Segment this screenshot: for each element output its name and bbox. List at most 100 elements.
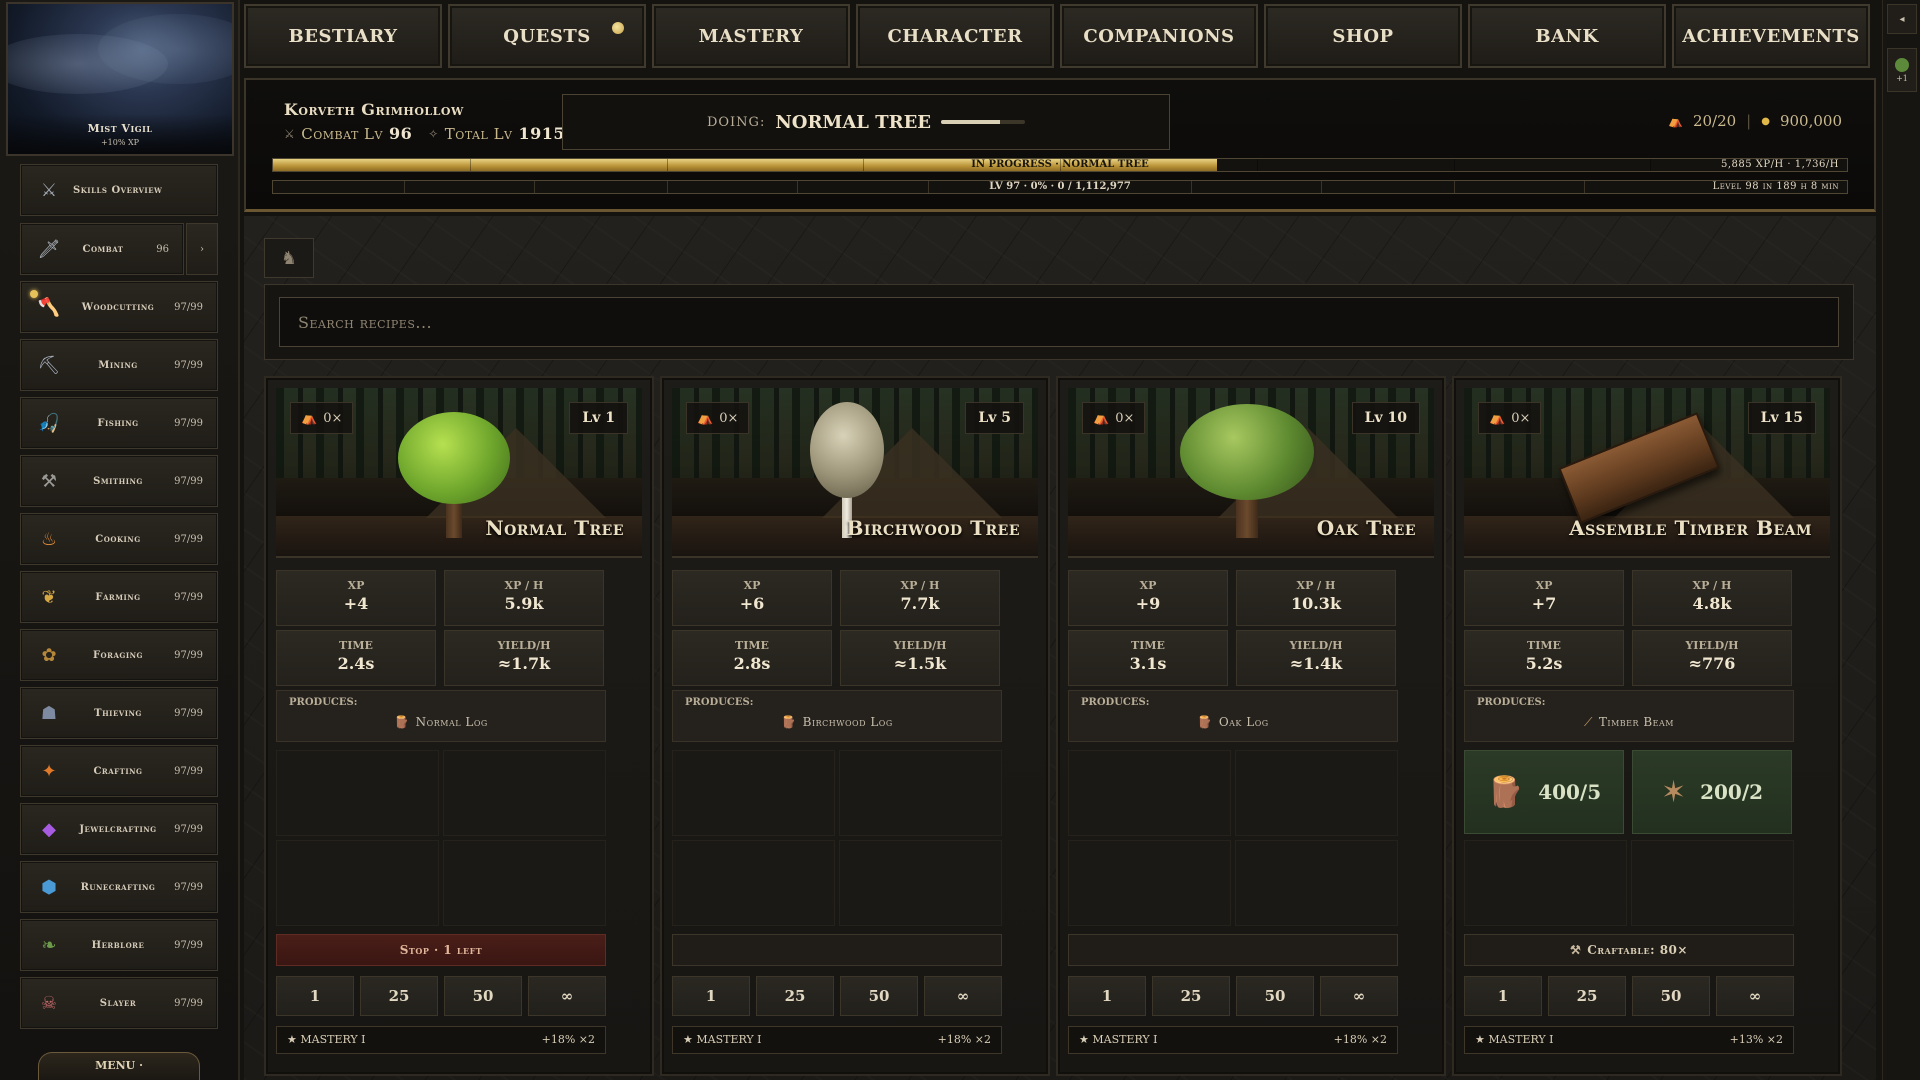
companion-slot[interactable]: +1 — [1887, 48, 1917, 92]
notification-dot — [612, 22, 624, 34]
recipe-card-oak-tree[interactable]: ⛺ 0× Lv 10 Oak Tree XP +9 XP / H 10.3k TIME… — [1056, 376, 1446, 1076]
hammer-icon: ⚒ — [1570, 943, 1582, 957]
sidebar-item-label: Jewelcrafting — [79, 823, 157, 835]
sidebar-item-mining[interactable]: ⛏ Mining 97/99 — [20, 339, 218, 391]
sidebar-item-skills-overview[interactable]: ⚔ Skills Overview — [20, 164, 218, 216]
required-level: Lv 1 — [569, 402, 628, 434]
sidebar-item-woodcutting[interactable]: 🪓 Woodcutting 97/99 — [20, 281, 218, 333]
qty-infinite-button[interactable]: ∞ — [1320, 976, 1398, 1016]
empty-slot — [839, 840, 1002, 926]
sidebar-item-foraging[interactable]: ✿ Foraging 97/99 — [20, 629, 218, 681]
status-panel: Korveth Grimhollow ⚔ Combat Lv 96 ✧ Tota… — [244, 78, 1876, 212]
collapse-button[interactable]: ◂ — [1887, 4, 1917, 34]
tree-crown — [1180, 404, 1314, 500]
sidebar-item-fishing[interactable]: 🎣 Fishing 97/99 — [20, 397, 218, 449]
tab-character[interactable]: CHARACTER — [856, 4, 1054, 68]
search-input[interactable] — [279, 297, 1839, 347]
qty-25-button[interactable]: 25 — [1548, 976, 1626, 1016]
sidebar-item-label: Crafting — [93, 765, 143, 777]
qty-1-button[interactable]: 1 — [1068, 976, 1146, 1016]
current-activity[interactable]: DOING: NORMAL TREE — [562, 94, 1170, 150]
qty-50-button[interactable]: 50 — [1632, 976, 1710, 1016]
sidebar-item-level: 97/99 — [174, 707, 203, 719]
stat-value: ≈1.5k — [893, 654, 947, 673]
qty-1-button[interactable]: 1 — [276, 976, 354, 1016]
stat-xp: XP +4 — [276, 570, 436, 626]
tab-mastery[interactable]: MASTERY — [652, 4, 850, 68]
stat-label: YIELD/H — [1289, 639, 1343, 652]
filter-button[interactable]: ♞ — [264, 238, 314, 278]
tab-achievements[interactable]: ACHIEVEMENTS — [1672, 4, 1870, 68]
backpack-icon: ⛺ — [301, 410, 318, 426]
axe-icon: 🪓 — [37, 296, 61, 318]
qty-50-button[interactable]: 50 — [444, 976, 522, 1016]
sidebar-item-cooking[interactable]: ♨ Cooking 97/99 — [20, 513, 218, 565]
sidebar-item-herblore[interactable]: ❧ Herblore 97/99 — [20, 919, 218, 971]
sidebar-item-thieving[interactable]: ☗ Thieving 97/99 — [20, 687, 218, 739]
tab-companions[interactable]: COMPANIONS — [1060, 4, 1258, 68]
produces-item: 🪵 Normal Log — [277, 715, 605, 729]
stat-value: +4 — [343, 594, 369, 613]
mastery-label: ★ MASTERY I — [287, 1033, 366, 1046]
stat-value: 7.7k — [900, 594, 940, 613]
time-to-level: Level 98 in 189 h 8 min — [1712, 181, 1839, 192]
qty-1-button[interactable]: 1 — [1464, 976, 1542, 1016]
tab-quests[interactable]: QUESTS — [448, 4, 646, 68]
sidebar-item-label: Fishing — [97, 417, 139, 429]
stat-yield-per-hour: YIELD/H ≈1.4k — [1236, 630, 1396, 686]
stat-value: 10.3k — [1290, 594, 1342, 613]
start-button[interactable] — [1068, 934, 1398, 966]
recipe-card-timber-beam[interactable]: ⛺ 0× Lv 15 Assemble Timber Beam XP +7 XP /… — [1452, 376, 1842, 1076]
sidebar-item-jewelcrafting[interactable]: ◆ Jewelcrafting 97/99 — [20, 803, 218, 855]
sidebar-item-crafting[interactable]: ✦ Crafting 97/99 — [20, 745, 218, 797]
sidebar-item-label: Foraging — [92, 649, 144, 661]
mastery-bonus: +18% ×2 — [1333, 1033, 1387, 1046]
tab-bank[interactable]: BANK — [1468, 4, 1666, 68]
stat-yield-per-hour: YIELD/H ≈1.7k — [444, 630, 604, 686]
stat-label: XP / H — [900, 579, 940, 592]
recipe-card-normal-tree[interactable]: ⛺ 0× Lv 1 Normal Tree XP +4 XP / H 5.9k TIM… — [264, 376, 654, 1076]
owned-count-value: 0× — [323, 410, 343, 426]
sidebar-item-label: Thieving — [94, 707, 142, 719]
tree-crown — [398, 412, 510, 504]
qty-25-button[interactable]: 25 — [756, 976, 834, 1016]
tab-bestiary[interactable]: BESTIARY — [244, 4, 442, 68]
sidebar-item-runecrafting[interactable]: ⬢ Runecrafting 97/99 — [20, 861, 218, 913]
qty-25-button[interactable]: 25 — [1152, 976, 1230, 1016]
ingredient-grid — [672, 750, 1002, 926]
search-container — [264, 284, 1854, 360]
top-nav: BESTIARY QUESTS MASTERY CHARACTER COMPAN… — [244, 0, 1880, 72]
companion-level: +1 — [1896, 73, 1908, 83]
craft-button[interactable]: ⚒ Craftable: 80× — [1464, 934, 1794, 966]
qty-infinite-button[interactable]: ∞ — [924, 976, 1002, 1016]
hammer-icon: ✦ — [41, 760, 57, 782]
tab-shop[interactable]: SHOP — [1264, 4, 1462, 68]
stat-label: TIME — [339, 639, 373, 652]
recipe-card-birchwood-tree[interactable]: ⛺ 0× Lv 5 Birchwood Tree XP +6 XP / H 7.7k … — [660, 376, 1050, 1076]
right-strip: ◂ +1 — [1882, 0, 1920, 1080]
owned-count: ⛺ 0× — [686, 402, 750, 434]
qty-50-button[interactable]: 50 — [840, 976, 918, 1016]
produces-box: PRODUCES: 🪵 Normal Log — [276, 690, 606, 742]
stat-value: 5.2s — [1525, 654, 1563, 673]
menu-button[interactable]: MENU · — [38, 1052, 200, 1080]
sidebar-item-farming[interactable]: ❦ Farming 97/99 — [20, 571, 218, 623]
qty-1-button[interactable]: 1 — [672, 976, 750, 1016]
qty-25-button[interactable]: 25 — [360, 976, 438, 1016]
empty-slot — [443, 750, 606, 836]
combat-expand-button[interactable]: › — [186, 223, 218, 275]
qty-infinite-button[interactable]: ∞ — [528, 976, 606, 1016]
sidebar-item-label: Herblore — [91, 939, 145, 951]
recipe-title: Assemble Timber Beam — [1569, 516, 1812, 540]
qty-infinite-button[interactable]: ∞ — [1716, 976, 1794, 1016]
qty-50-button[interactable]: 50 — [1236, 976, 1314, 1016]
sidebar-item-smithing[interactable]: ⚒ Smithing 97/99 — [20, 455, 218, 507]
stop-button[interactable]: Stop · 1 left — [276, 934, 606, 966]
owned-count-value: 0× — [1511, 410, 1531, 426]
sidebar-item-slayer[interactable]: ☠ Slayer 97/99 — [20, 977, 218, 1029]
start-button[interactable] — [672, 934, 1002, 966]
sidebar-item-combat[interactable]: 🗡 Combat 96 — [20, 223, 184, 275]
stat-label: TIME — [1131, 639, 1165, 652]
zone-banner[interactable]: Mist Vigil +10% XP — [6, 2, 234, 156]
stat-label: XP / H — [1692, 579, 1732, 592]
